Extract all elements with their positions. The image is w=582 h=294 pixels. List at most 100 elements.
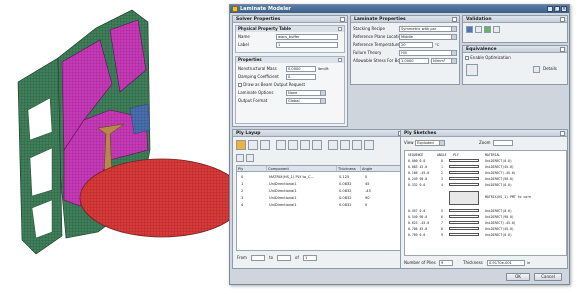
physical-property-title: Physical Property Table [238, 26, 291, 31]
insert-ply-icon[interactable] [248, 140, 258, 150]
label-field[interactable]: 1 [276, 42, 338, 48]
graphics-window[interactable] [0, 0, 238, 294]
equivalence-preview-icon[interactable] [466, 64, 478, 76]
details-label: Details [543, 66, 557, 71]
col-ply[interactable]: Ply [237, 166, 267, 172]
sketch-angle: 3 [441, 177, 443, 181]
enable-optimization-row[interactable]: Enable Optimization [465, 55, 511, 61]
ply-sketch-canvas[interactable]: SEQUENCE ANGLE PLY MATERIAL 0.000 0.0 0 … [404, 150, 567, 256]
thickness-cell: 0.0832 [339, 189, 352, 193]
sketch-seq: 0.000 0.0 [408, 159, 426, 163]
dialog-title: Laminate Modeler [240, 6, 291, 12]
output-format-select[interactable]: Global [286, 98, 326, 104]
allowable-stress-field[interactable]: 1.0000 [399, 58, 429, 64]
collapse-icon[interactable] [338, 58, 342, 62]
col-angle[interactable]: Angle [361, 166, 405, 172]
cancel-button[interactable]: Cancel [534, 273, 562, 281]
collapse-icon[interactable] [560, 131, 565, 136]
ply-table[interactable]: Ply Component Thickness Angle 0 MATRIX(H… [236, 165, 405, 251]
laminate-options-select[interactable]: None [286, 90, 326, 96]
properties-group: Properties Nonstructural Mass 0.0000 lbm… [235, 56, 345, 124]
enable-optimization-checkbox[interactable] [465, 56, 469, 60]
sketch-material: UniDIRECT(0.0) [485, 209, 512, 213]
sketch-ply-bar [449, 171, 479, 174]
collapse-icon[interactable] [560, 17, 565, 22]
equivalence-header[interactable]: Equivalence [463, 46, 567, 53]
sketch-ply-bar [449, 209, 479, 212]
allowable-stress-unit-select[interactable]: N/mm² [431, 58, 457, 64]
col-thickness[interactable]: Thickness [337, 166, 361, 172]
title-bar[interactable]: Laminate Modeler _ □ × [230, 5, 569, 13]
select-all-icon[interactable] [236, 154, 244, 162]
export-ply-icon[interactable] [364, 140, 374, 150]
nonstructural-mass-field[interactable]: 0.0000 [286, 66, 316, 72]
sketch-angle: 9 [441, 233, 443, 237]
damping-field[interactable]: 0 [286, 74, 316, 80]
component-cell: UniDirectional1 [269, 182, 297, 186]
close-button[interactable]: × [561, 6, 567, 12]
laminate-properties-header[interactable]: Laminate Properties [351, 16, 459, 23]
physical-property-group: Physical Property Table Name wacs_buffer… [235, 25, 345, 53]
flip-ply-icon[interactable] [328, 140, 338, 150]
check-icon[interactable] [484, 26, 491, 33]
name-field[interactable]: wacs_buffer [276, 34, 338, 40]
beam-output-checkbox-row[interactable]: Draw as Beam Output Request [238, 82, 305, 88]
table-row[interactable]: 2 UniDirectional1 0.0832 -45 [237, 188, 403, 194]
of-field[interactable]: 1 [303, 255, 317, 261]
add-ply-icon[interactable] [236, 140, 246, 150]
maximize-button[interactable]: □ [554, 6, 560, 12]
failure-theory-select[interactable]: Hill [399, 50, 457, 56]
stacking-recipe-select[interactable]: Symmetric with par [399, 26, 457, 32]
import-ply-icon[interactable] [352, 140, 362, 150]
ok-button[interactable]: OK [506, 273, 530, 281]
thickness-cell: 0.0832 [339, 203, 352, 207]
table-row[interactable]: 0 MATRIX(HS_1) PLY to_C... 0.125 0 [237, 174, 403, 180]
collapse-icon[interactable] [340, 17, 345, 22]
properties-header[interactable]: Properties [236, 57, 344, 63]
ply-layup-header[interactable]: Ply Layup [233, 130, 405, 137]
copy-ply-icon[interactable] [300, 140, 310, 150]
collapse-icon[interactable] [338, 27, 342, 31]
sketch-seq: 0.083 45.0 [408, 165, 428, 169]
paste-ply-icon[interactable] [312, 140, 322, 150]
delete-ply-icon[interactable] [260, 140, 270, 150]
view-select[interactable]: Exploded [415, 140, 445, 146]
filter-icon[interactable] [246, 154, 254, 162]
table-row[interactable]: 4 UniDirectional1 0.0832 0 [237, 202, 403, 208]
validation-header[interactable]: Validation [463, 16, 567, 23]
from-field[interactable] [251, 255, 265, 261]
sketch-ply-bar [449, 183, 479, 186]
stacking-recipe-label: Stacking Recipe [353, 26, 385, 31]
move-down-icon[interactable] [288, 140, 298, 150]
report-icon[interactable] [475, 26, 482, 33]
sketch-core-label: MATRIX(HS_1) PMT to core [485, 195, 532, 199]
thickness-unit: in [527, 261, 531, 265]
sketch-seq: 0.249 90.0 [408, 177, 428, 181]
solver-properties-header[interactable]: Solver Properties [233, 16, 347, 23]
graph-icon[interactable] [493, 26, 500, 33]
rotate-ply-icon[interactable] [340, 140, 350, 150]
move-up-icon[interactable] [276, 140, 286, 150]
failure-theory-label: Failure Theory [353, 50, 382, 55]
validate-icon[interactable] [466, 26, 473, 33]
sketch-ply-bar [449, 159, 479, 162]
table-row[interactable]: 3 UniDirectional1 0.0832 90 [237, 195, 403, 201]
output-format-label: Output Format [238, 98, 268, 103]
minimize-button[interactable]: _ [547, 6, 553, 12]
collapse-icon[interactable] [560, 47, 565, 52]
sketch-angle: 8 [441, 227, 443, 231]
component-cell: UniDirectional1 [269, 189, 297, 193]
col-component[interactable]: Component [267, 166, 337, 172]
table-row[interactable]: 1 UniDirectional1 0.0832 45 [237, 181, 403, 187]
ply-sketches-header[interactable]: Ply Sketches [401, 130, 567, 137]
to-field[interactable] [277, 255, 291, 261]
view-label: View [404, 140, 414, 145]
sketch-ply-bar [449, 227, 479, 230]
reference-temperature-field[interactable]: 20 [399, 42, 433, 48]
details-checkbox-icon[interactable] [533, 66, 540, 73]
physical-property-header[interactable]: Physical Property Table [236, 26, 344, 32]
collapse-icon[interactable] [452, 17, 457, 22]
beam-output-checkbox[interactable] [238, 83, 242, 87]
reference-plane-select[interactable]: Middle [399, 34, 457, 40]
zoom-slider[interactable] [493, 140, 513, 146]
